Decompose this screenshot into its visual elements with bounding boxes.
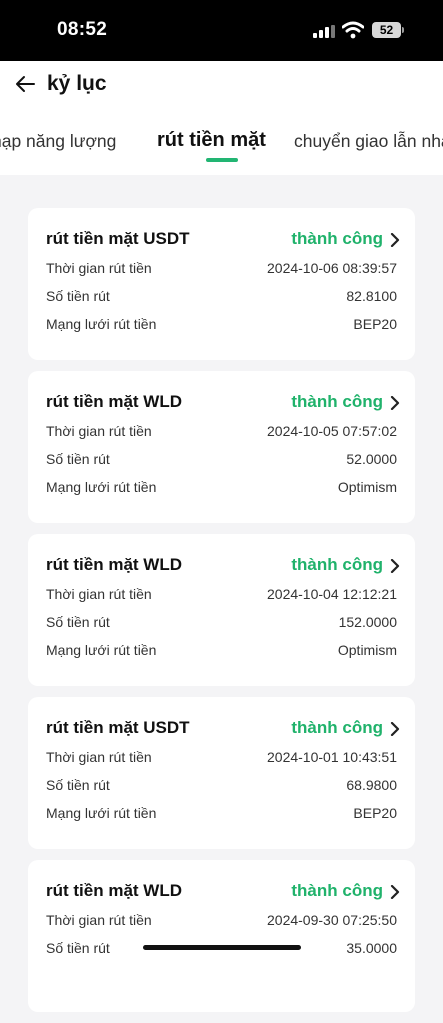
amount-value: 35.0000 — [346, 940, 397, 956]
amount-label: Số tiền rút — [46, 614, 110, 630]
page-title: kỷ lục — [47, 72, 107, 95]
amount-label: Số tiền rút — [46, 940, 110, 956]
status-label: thành công — [291, 881, 383, 900]
amount-value: 68.9800 — [346, 777, 397, 793]
time-value: 2024-09-30 07:25:50 — [267, 912, 397, 928]
card-title: rút tiền mặt USDT — [46, 229, 190, 248]
chevron-right-icon — [390, 559, 400, 573]
back-arrow-icon[interactable] — [14, 73, 36, 95]
page-header: kỷ lục — [0, 61, 443, 107]
amount-label: Số tiền rút — [46, 777, 110, 793]
amount-label: Số tiền rút — [46, 288, 110, 304]
card-title: rút tiền mặt WLD — [46, 392, 182, 411]
time-label: Thời gian rút tiền — [46, 423, 152, 439]
time-label: Thời gian rút tiền — [46, 260, 152, 276]
network-value: BEP20 — [353, 805, 397, 821]
withdrawal-card[interactable]: rút tiền mặt WLD thành công Thời gian rú… — [28, 534, 415, 686]
time-value: 2024-10-04 12:12:21 — [267, 586, 397, 602]
status-bar: 08:52 52 — [0, 0, 443, 61]
battery-icon: 52 — [372, 22, 401, 38]
amount-value: 82.8100 — [346, 288, 397, 304]
withdrawal-card[interactable]: rút tiền mặt USDT thành công Thời gian r… — [28, 208, 415, 360]
status-time: 08:52 — [57, 19, 108, 40]
time-label: Thời gian rút tiền — [46, 586, 152, 602]
time-label: Thời gian rút tiền — [46, 749, 152, 765]
network-label: Mạng lưới rút tiền — [46, 316, 157, 332]
chevron-right-icon — [390, 396, 400, 410]
card-title: rút tiền mặt WLD — [46, 881, 182, 900]
status-label: thành công — [291, 718, 383, 737]
cellular-signal-icon — [313, 25, 335, 38]
amount-value: 152.0000 — [338, 614, 397, 630]
chevron-right-icon — [390, 885, 400, 899]
network-label: Mạng lưới rút tiền — [46, 805, 157, 821]
card-title: rút tiền mặt WLD — [46, 555, 182, 574]
tab-bar: nạp năng lượng rút tiền mặt chuyển giao … — [0, 107, 443, 175]
tab-transfer[interactable]: chuyển giao lẫn nhau — [294, 131, 443, 152]
battery-nub — [402, 27, 404, 33]
withdrawal-card[interactable]: rút tiền mặt USDT thành công Thời gian r… — [28, 697, 415, 849]
network-label: Mạng lưới rút tiền — [46, 479, 157, 495]
status-label: thành công — [291, 555, 383, 574]
time-value: 2024-10-01 10:43:51 — [267, 749, 397, 765]
tab-withdraw[interactable]: rút tiền mặt — [157, 129, 266, 152]
amount-value: 52.0000 — [346, 451, 397, 467]
amount-label: Số tiền rút — [46, 451, 110, 467]
time-label: Thời gian rút tiền — [46, 912, 152, 928]
time-value: 2024-10-06 08:39:57 — [267, 260, 397, 276]
time-value: 2024-10-05 07:57:02 — [267, 423, 397, 439]
home-indicator[interactable] — [143, 945, 301, 950]
network-value: Optimism — [337, 479, 397, 495]
withdrawal-list: rút tiền mặt USDT thành công Thời gian r… — [28, 208, 415, 1023]
network-value: BEP20 — [353, 316, 397, 332]
chevron-right-icon — [390, 722, 400, 736]
chevron-right-icon — [390, 233, 400, 247]
status-label: thành công — [291, 392, 383, 411]
withdrawal-card[interactable]: rút tiền mặt WLD thành công Thời gian rú… — [28, 371, 415, 523]
network-value: Optimism — [337, 642, 397, 658]
active-tab-indicator — [206, 158, 238, 162]
tab-recharge[interactable]: nạp năng lượng — [0, 131, 116, 152]
wifi-icon — [342, 21, 364, 39]
status-label: thành công — [291, 229, 383, 248]
network-label: Mạng lưới rút tiền — [46, 642, 157, 658]
card-title: rút tiền mặt USDT — [46, 718, 190, 737]
withdrawal-card[interactable]: rút tiền mặt WLD thành công Thời gian rú… — [28, 860, 415, 1012]
